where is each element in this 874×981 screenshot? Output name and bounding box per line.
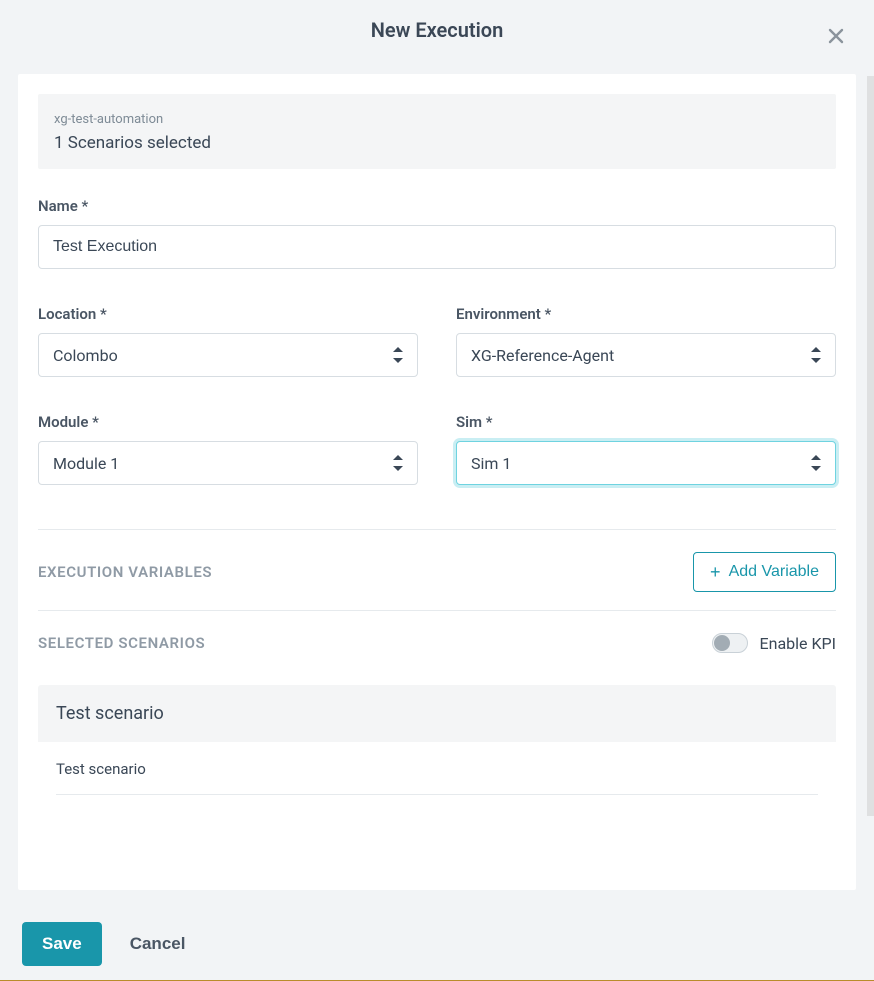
sim-value: Sim 1 <box>471 454 511 473</box>
save-button[interactable]: Save <box>22 922 102 966</box>
name-label: Name * <box>38 197 836 215</box>
location-select[interactable]: Colombo <box>38 333 418 377</box>
scrollbar[interactable] <box>867 76 874 816</box>
sim-field-group: Sim * Sim 1 <box>456 413 836 485</box>
environment-select[interactable]: XG-Reference-Agent <box>456 333 836 377</box>
new-execution-modal: New Execution xg-test-automation 1 Scena… <box>0 0 874 981</box>
sim-select[interactable]: Sim 1 <box>456 441 836 485</box>
sim-label: Sim * <box>456 413 836 431</box>
add-variable-button[interactable]: + Add Variable <box>693 552 836 592</box>
location-label: Location * <box>38 305 418 323</box>
selected-scenarios-title: SELECTED SCENARIOS <box>38 634 205 652</box>
modal-header: New Execution <box>0 0 874 60</box>
divider <box>38 529 836 530</box>
name-input[interactable] <box>38 225 836 269</box>
scenario-item-label: Test scenario <box>56 760 146 778</box>
modal-title: New Execution <box>371 18 504 42</box>
selected-scenarios-header: SELECTED SCENARIOS Enable KPI <box>38 633 836 653</box>
name-field-group: Name * <box>38 197 836 269</box>
environment-field-group: Environment * XG-Reference-Agent <box>456 305 836 377</box>
enable-kpi-toggle[interactable] <box>712 633 748 653</box>
modal-footer: Save Cancel <box>0 908 874 980</box>
environment-label: Environment * <box>456 305 836 323</box>
module-select[interactable]: Module 1 <box>38 441 418 485</box>
enable-kpi-group: Enable KPI <box>712 633 836 653</box>
project-name: xg-test-automation <box>54 112 820 127</box>
divider <box>56 794 818 795</box>
toggle-knob <box>714 635 730 651</box>
modal-body[interactable]: xg-test-automation 1 Scenarios selected … <box>18 74 856 890</box>
cancel-button[interactable]: Cancel <box>130 934 186 954</box>
location-value: Colombo <box>53 346 118 365</box>
module-label: Module * <box>38 413 418 431</box>
environment-value: XG-Reference-Agent <box>471 346 614 365</box>
scenario-card: Test scenario Test scenario <box>38 685 836 801</box>
module-value: Module 1 <box>53 454 119 473</box>
info-banner: xg-test-automation 1 Scenarios selected <box>38 94 836 169</box>
divider <box>38 610 836 611</box>
close-icon[interactable] <box>822 22 850 50</box>
scenario-card-title: Test scenario <box>38 685 836 742</box>
execution-variables-title: EXECUTION VARIABLES <box>38 563 212 581</box>
execution-variables-header: EXECUTION VARIABLES + Add Variable <box>38 552 836 592</box>
enable-kpi-label: Enable KPI <box>760 634 836 653</box>
add-variable-label: Add Variable <box>729 563 819 581</box>
scenarios-selected-text: 1 Scenarios selected <box>54 133 820 153</box>
scenario-item: Test scenario <box>38 742 836 801</box>
module-field-group: Module * Module 1 <box>38 413 418 485</box>
location-field-group: Location * Colombo <box>38 305 418 377</box>
plus-icon: + <box>710 563 721 581</box>
